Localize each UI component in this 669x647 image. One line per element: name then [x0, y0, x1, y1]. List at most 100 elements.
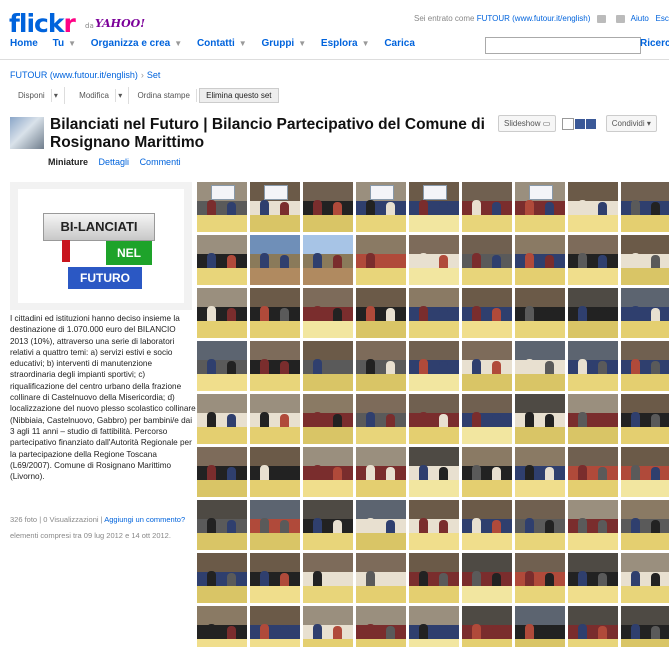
photo-thumbnail[interactable] — [250, 447, 300, 497]
add-comment-link[interactable]: Aggiungi un commento? — [104, 515, 185, 524]
photo-thumbnail[interactable] — [303, 182, 353, 232]
photo-thumbnail[interactable] — [621, 500, 669, 550]
photo-thumbnail[interactable] — [621, 553, 669, 603]
breadcrumb-owner[interactable]: FUTOUR (www.futour.it/english) — [10, 70, 138, 80]
photo-thumbnail[interactable] — [303, 288, 353, 338]
photo-thumbnail[interactable] — [515, 235, 565, 285]
photo-thumbnail[interactable] — [568, 288, 618, 338]
photo-thumbnail[interactable] — [515, 553, 565, 603]
nav-contacts[interactable]: Contatti ▼ — [197, 38, 247, 49]
photo-thumbnail[interactable] — [568, 235, 618, 285]
photo-thumbnail[interactable] — [356, 447, 406, 497]
photo-thumbnail[interactable] — [515, 606, 565, 647]
photo-thumbnail[interactable] — [568, 500, 618, 550]
photo-thumbnail[interactable] — [250, 394, 300, 444]
photo-thumbnail[interactable] — [197, 606, 247, 647]
photo-thumbnail[interactable] — [409, 553, 459, 603]
photo-thumbnail[interactable] — [621, 235, 669, 285]
photo-thumbnail[interactable] — [568, 341, 618, 391]
photo-thumbnail[interactable] — [515, 500, 565, 550]
photo-thumbnail[interactable] — [515, 182, 565, 232]
photo-thumbnail[interactable] — [197, 341, 247, 391]
photo-thumbnail[interactable] — [356, 341, 406, 391]
photo-thumbnail[interactable] — [568, 553, 618, 603]
photo-thumbnail[interactable] — [409, 394, 459, 444]
photo-thumbnail[interactable] — [356, 394, 406, 444]
photo-thumbnail[interactable] — [515, 341, 565, 391]
photo-thumbnail[interactable] — [409, 288, 459, 338]
photo-thumbnail[interactable] — [462, 606, 512, 647]
photo-thumbnail[interactable] — [462, 288, 512, 338]
help-link[interactable]: Aiuto — [631, 14, 649, 23]
photo-thumbnail[interactable] — [621, 606, 669, 647]
photo-thumbnail[interactable] — [250, 341, 300, 391]
photo-thumbnail[interactable] — [250, 235, 300, 285]
photo-thumbnail[interactable] — [197, 447, 247, 497]
delete-set-button[interactable]: Elimina questo set — [199, 88, 279, 103]
photo-thumbnail[interactable] — [568, 606, 618, 647]
photo-thumbnail[interactable] — [568, 182, 618, 232]
nav-explore[interactable]: Esplora ▼ — [321, 38, 370, 49]
search-button[interactable]: Ricerca — [640, 38, 669, 49]
photo-thumbnail[interactable] — [250, 288, 300, 338]
photo-thumbnail[interactable] — [462, 447, 512, 497]
facebook-share-icon[interactable] — [586, 118, 597, 129]
photo-thumbnail[interactable] — [250, 606, 300, 647]
photo-thumbnail[interactable] — [409, 182, 459, 232]
photo-thumbnail[interactable] — [515, 394, 565, 444]
blogger-share-icon[interactable] — [575, 118, 586, 129]
photo-thumbnail[interactable] — [621, 447, 669, 497]
photo-thumbnail[interactable] — [250, 553, 300, 603]
tab-details[interactable]: Dettagli — [99, 157, 130, 167]
photo-thumbnail[interactable] — [409, 447, 459, 497]
photo-thumbnail[interactable] — [568, 394, 618, 444]
photo-thumbnail[interactable] — [356, 288, 406, 338]
photo-thumbnail[interactable] — [621, 394, 669, 444]
nav-upload[interactable]: Carica — [384, 38, 415, 49]
notifications-icon[interactable] — [615, 14, 625, 23]
photo-thumbnail[interactable] — [303, 235, 353, 285]
set-cover-image[interactable]: BI-LANCIATI NEL FUTURO — [18, 189, 184, 303]
photo-thumbnail[interactable] — [356, 182, 406, 232]
nav-groups[interactable]: Gruppi ▼ — [261, 38, 306, 49]
photo-thumbnail[interactable] — [462, 500, 512, 550]
photo-thumbnail[interactable] — [462, 235, 512, 285]
signed-in-user-link[interactable]: FUTOUR (www.futour.it/english) — [477, 14, 591, 23]
nav-organize[interactable]: Organizza e crea ▼ — [91, 38, 182, 49]
photo-thumbnail[interactable] — [568, 447, 618, 497]
photo-thumbnail[interactable] — [515, 447, 565, 497]
photo-thumbnail[interactable] — [462, 341, 512, 391]
photo-thumbnail[interactable] — [409, 606, 459, 647]
photo-thumbnail[interactable] — [197, 288, 247, 338]
mail-icon[interactable] — [596, 14, 606, 23]
photo-thumbnail[interactable] — [409, 235, 459, 285]
photo-thumbnail[interactable] — [197, 553, 247, 603]
flickr-logo[interactable]: flickr da YAHOO! — [9, 9, 145, 38]
nav-home[interactable]: Home — [10, 38, 38, 49]
photo-thumbnail[interactable] — [197, 394, 247, 444]
exit-link[interactable]: Esci — [656, 14, 669, 23]
slideshow-button[interactable]: Slideshow ▭ — [498, 115, 557, 132]
photo-thumbnail[interactable] — [197, 235, 247, 285]
photo-thumbnail[interactable] — [197, 182, 247, 232]
share-button[interactable]: Condividi ▾ — [605, 115, 657, 132]
photo-thumbnail[interactable] — [303, 447, 353, 497]
order-prints-button[interactable]: Ordina stampe — [131, 89, 197, 102]
photo-thumbnail[interactable] — [356, 235, 406, 285]
photo-thumbnail[interactable] — [356, 500, 406, 550]
tab-thumbnails[interactable]: Miniature — [48, 157, 88, 167]
nav-you[interactable]: Tu ▼ — [53, 38, 76, 49]
photo-thumbnail[interactable] — [303, 394, 353, 444]
email-share-icon[interactable] — [562, 117, 575, 130]
tab-comments[interactable]: Commenti — [140, 157, 181, 167]
photo-thumbnail[interactable] — [409, 500, 459, 550]
photo-thumbnail[interactable] — [462, 182, 512, 232]
edit-button[interactable]: Modifica ▾ — [67, 87, 130, 104]
photo-thumbnail[interactable] — [621, 341, 669, 391]
photo-thumbnail[interactable] — [303, 606, 353, 647]
photo-thumbnail[interactable] — [356, 606, 406, 647]
photo-thumbnail[interactable] — [515, 288, 565, 338]
photo-thumbnail[interactable] — [250, 500, 300, 550]
photo-thumbnail[interactable] — [409, 341, 459, 391]
photo-thumbnail[interactable] — [356, 553, 406, 603]
